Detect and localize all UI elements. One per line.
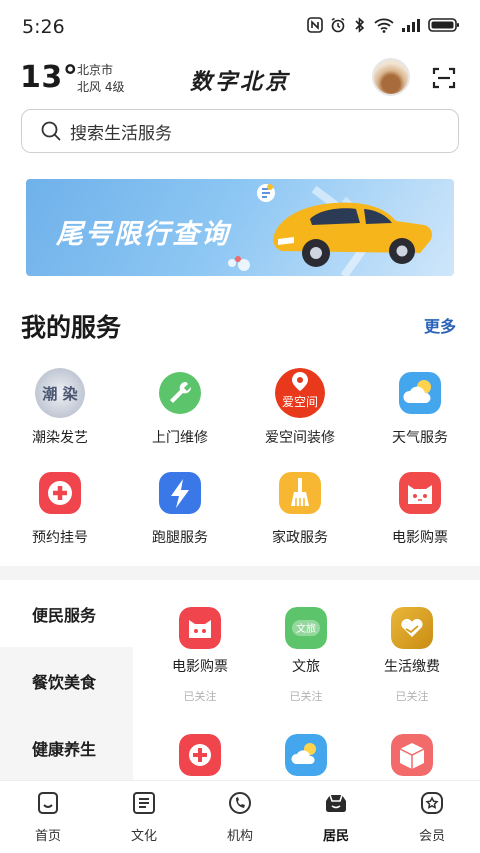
broom-icon	[279, 472, 321, 514]
category-services-grid: 电影购票 已关注 文旅 文旅 已关注 生活缴费 已关注	[133, 580, 480, 780]
lightning-icon	[159, 472, 201, 514]
bottom-nav: 首页 文化 机构 居民 会员	[0, 780, 480, 853]
nav-label: 文化	[130, 829, 157, 844]
sub-service-culture-tourism[interactable]: 文旅 文旅 已关注	[251, 607, 361, 704]
status-bar: 5:26	[0, 0, 480, 52]
more-link[interactable]: 更多	[424, 313, 456, 337]
wind-info: 北风 4级	[77, 80, 125, 94]
nav-label: 首页	[34, 829, 61, 844]
sub-service-utility-payment[interactable]: 生活缴费 已关注	[357, 607, 467, 704]
member-icon	[421, 792, 443, 814]
aikongjian-logo-text: 爱空间	[282, 395, 318, 409]
culture-tourism-icon: 文旅	[285, 607, 327, 649]
service-housekeeping[interactable]: 家政服务	[245, 468, 355, 547]
service-weather[interactable]: 天气服务	[365, 368, 475, 447]
my-services-title: 我的服务	[21, 313, 122, 342]
aikongjian-logo-icon: 爱空间	[275, 368, 325, 418]
weather-info: 北京市 北风 4级	[77, 62, 124, 96]
nav-home[interactable]: 首页	[8, 789, 88, 844]
service-label: 电影购票	[392, 530, 448, 546]
service-label: 上门维修	[152, 430, 208, 446]
nfc-icon	[307, 17, 323, 33]
weather-icon	[285, 734, 327, 776]
category-convenience[interactable]: 便民服务	[0, 580, 133, 647]
follow-status: 已关注	[395, 690, 429, 703]
status-time: 5:26	[22, 16, 65, 38]
search-icon	[41, 121, 61, 141]
follow-status: 已关注	[183, 690, 217, 703]
sub-service-label: 文旅	[292, 659, 320, 675]
salon-photo-icon: 潮 染	[35, 368, 85, 418]
service-label: 家政服务	[272, 530, 328, 546]
box-icon	[391, 734, 433, 776]
nav-member[interactable]: 会员	[392, 789, 472, 844]
medical-cross-icon	[39, 472, 81, 514]
car-illustration-icon	[228, 184, 432, 276]
sub-service-label: 生活缴费	[384, 659, 440, 675]
section-divider	[0, 566, 480, 580]
search-input[interactable]: 搜索生活服务	[21, 109, 459, 153]
service-label: 爱空间装修	[265, 430, 335, 446]
wrench-icon	[159, 372, 201, 414]
movie-cat-icon	[179, 607, 221, 649]
banner-text: 尾号限行查询	[56, 219, 230, 250]
service-errand[interactable]: 跑腿服务	[125, 468, 235, 547]
nav-label: 机构	[226, 829, 253, 844]
service-label: 预约挂号	[32, 530, 88, 546]
alarm-icon	[331, 17, 345, 33]
bluetooth-icon	[355, 17, 365, 33]
category-sidebar: 便民服务 餐饮美食 健康养生	[0, 580, 133, 780]
app-title: 数字北京	[190, 69, 291, 95]
scan-icon[interactable]	[432, 66, 456, 90]
city-name: 北京市	[77, 63, 114, 77]
institution-icon	[229, 792, 251, 814]
weather-icon	[399, 372, 441, 414]
service-label: 天气服务	[392, 430, 448, 446]
salon-avatar-text: 潮 染	[42, 385, 78, 403]
signal-icon	[402, 19, 420, 32]
nav-culture[interactable]: 文化	[104, 789, 184, 844]
sub-service-package[interactable]	[357, 734, 467, 776]
sub-service-medical[interactable]	[145, 734, 255, 776]
nav-institution[interactable]: 机构	[200, 789, 280, 844]
culture-icon	[133, 792, 155, 814]
service-label: 潮染发艺	[32, 430, 88, 446]
resident-icon	[326, 794, 346, 812]
service-appointment[interactable]: 预约挂号	[5, 468, 115, 547]
sub-service-weather[interactable]	[251, 734, 361, 776]
search-placeholder: 搜索生活服务	[70, 123, 172, 144]
service-movie-tickets[interactable]: 电影购票	[365, 468, 475, 547]
service-label: 跑腿服务	[152, 530, 208, 546]
nav-label: 会员	[418, 829, 445, 844]
wifi-icon	[374, 18, 394, 33]
follow-status: 已关注	[289, 690, 323, 703]
nav-label: 居民	[322, 829, 349, 844]
home-icon	[38, 792, 58, 814]
sub-service-label: 电影购票	[172, 659, 228, 675]
status-icons	[307, 17, 460, 33]
nav-resident[interactable]: 居民	[296, 789, 376, 844]
medical-cross-icon	[179, 734, 221, 776]
temperature: 13°	[20, 60, 79, 95]
category-food[interactable]: 餐饮美食	[0, 647, 133, 714]
movie-cat-icon	[399, 472, 441, 514]
service-salon[interactable]: 潮 染 潮染发艺	[5, 368, 115, 447]
battery-icon	[428, 18, 459, 32]
category-health[interactable]: 健康养生	[0, 714, 133, 781]
avatar[interactable]	[372, 58, 410, 96]
plate-restriction-banner[interactable]: 尾号限行查询	[26, 179, 454, 276]
heart-hand-icon	[391, 607, 433, 649]
culture-tourism-icon-text: 文旅	[296, 622, 316, 635]
sub-service-movie[interactable]: 电影购票 已关注	[145, 607, 255, 704]
service-home-repair[interactable]: 上门维修	[125, 368, 235, 447]
service-aikongjian[interactable]: 爱空间 爱空间装修	[245, 368, 355, 447]
